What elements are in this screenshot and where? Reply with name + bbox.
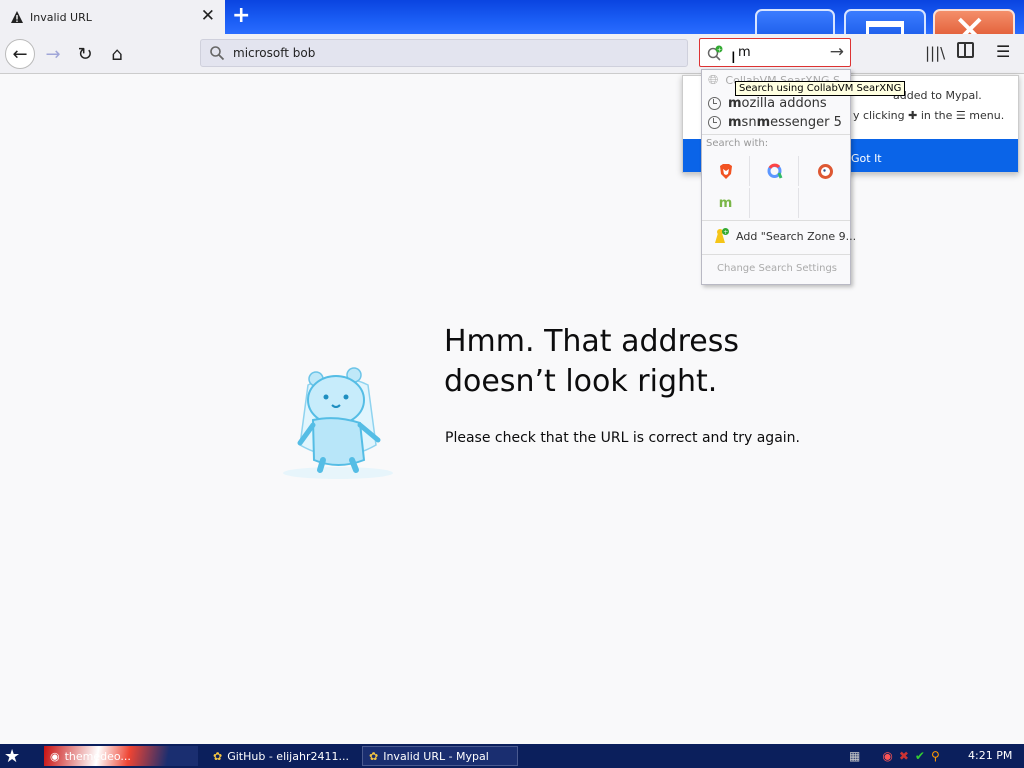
suggestion-match: m xyxy=(728,115,742,130)
taskbar-item[interactable]: ✿ GitHub - elijahr2411... xyxy=(207,746,355,766)
taskbar-item-label: themedeo... xyxy=(64,749,131,763)
tab-title: Invalid URL xyxy=(30,10,92,24)
mojeek-engine-button[interactable]: m xyxy=(702,188,750,218)
search-input[interactable]: m xyxy=(738,45,751,60)
history-clock-icon xyxy=(708,116,721,129)
notification-text-b: in the xyxy=(920,109,953,122)
error-description: Please check that the URL is correct and… xyxy=(445,430,800,446)
brave-engine-button[interactable] xyxy=(702,156,750,186)
taskbar-item-label: GitHub - elijahr2411... xyxy=(227,749,349,763)
title-bar: Invalid URL ✕ + ✕ xyxy=(0,0,1024,53)
error-title: Hmm. That address doesn’t look right. xyxy=(444,324,739,399)
url-input[interactable]: microsoft bob xyxy=(233,46,315,60)
empty-engine-slot xyxy=(801,188,849,218)
add-search-engine-item[interactable]: + Add "Search Zone 9... xyxy=(712,227,856,245)
qwant-icon xyxy=(767,163,783,179)
history-clock-icon xyxy=(708,97,721,110)
menu-small-icon: ☰ xyxy=(955,109,966,122)
duckduckgo-icon xyxy=(817,163,833,179)
home-button[interactable]: ⌂ xyxy=(102,39,132,69)
empty-engine-slot xyxy=(751,188,799,218)
start-star-icon[interactable]: ★ xyxy=(4,746,20,767)
navigation-bar: ← → ↻ ⌂ microsoft bob + m → |||\ ☰ xyxy=(0,34,1024,74)
suggestion-rest: sn xyxy=(741,115,757,130)
tab-invalid-url[interactable]: Invalid URL ✕ xyxy=(0,0,225,34)
suggestion-rest: ozilla addons xyxy=(741,96,827,111)
app-icon: ◉ xyxy=(50,749,60,763)
search-with-label: Search with: xyxy=(706,138,769,149)
search-tray-icon[interactable]: ⚲ xyxy=(931,749,940,763)
notification-line-2: y clicking ✚ in the ☰ menu. xyxy=(853,109,1004,122)
taskbar-item[interactable]: ◉ themedeo... xyxy=(44,746,198,766)
suggestion-match: m xyxy=(756,115,771,130)
add-search-engine-icon: + xyxy=(707,45,723,61)
new-tab-button[interactable]: + xyxy=(232,4,250,28)
browser-icon: ✿ xyxy=(369,749,379,763)
change-search-settings-button[interactable]: Change Search Settings xyxy=(717,263,837,274)
suggestion-match: m xyxy=(728,96,742,111)
divider xyxy=(702,220,850,221)
forward-button[interactable]: → xyxy=(38,39,68,69)
taskbar-item-active[interactable]: ✿ Invalid URL - Mypal xyxy=(362,746,518,766)
security-icon[interactable]: ✔ xyxy=(915,749,925,763)
notification-line-1: added to Mypal. xyxy=(893,89,982,102)
url-bar[interactable]: microsoft bob xyxy=(200,39,688,67)
qwant-engine-button[interactable] xyxy=(751,156,799,186)
sidebar-icon[interactable] xyxy=(957,42,974,58)
keyboard-icon[interactable]: ▦ xyxy=(849,749,860,763)
browser-icon: ✿ xyxy=(213,749,223,763)
add-search-label: Add "Search Zone 9... xyxy=(736,229,857,243)
tray-app-icon[interactable]: ◉ xyxy=(882,749,892,763)
puzzle-icon: ✚ xyxy=(908,109,918,122)
taskbar: ★ ◉ themedeo... ✿ GitHub - elijahr2411..… xyxy=(0,744,1024,768)
svg-text:+: + xyxy=(717,46,722,53)
got-it-button[interactable]: Got It xyxy=(851,152,882,165)
suggestion-rest: essenger 5 xyxy=(770,115,842,130)
search-bar[interactable]: + m → xyxy=(699,38,851,67)
duckduckgo-engine-button[interactable] xyxy=(801,156,849,186)
network-icon[interactable]: ✖ xyxy=(899,749,909,763)
tab-close-icon[interactable]: ✕ xyxy=(201,8,215,25)
library-icon[interactable]: |||\ xyxy=(925,44,945,62)
divider xyxy=(702,134,850,135)
back-button[interactable]: ← xyxy=(5,39,35,69)
hamburger-menu-icon[interactable]: ☰ xyxy=(996,42,1010,61)
globe-icon: 🌐︎ xyxy=(708,73,719,88)
notification-text-a: y clicking xyxy=(853,109,905,122)
confused-bear-illustration xyxy=(283,367,393,479)
warning-icon xyxy=(11,11,23,23)
suggestion-item[interactable]: m ozilla addons xyxy=(708,96,827,111)
reload-button[interactable]: ↻ xyxy=(70,39,100,69)
text-cursor-icon: I xyxy=(731,48,736,67)
search-tooltip: Search using CollabVM SearXNG xyxy=(735,81,906,96)
search-go-icon[interactable]: → xyxy=(830,42,844,62)
brave-icon xyxy=(719,163,732,179)
search-icon xyxy=(210,46,225,61)
svg-text:+: + xyxy=(723,229,728,236)
clock: 4:21 PM xyxy=(968,749,1013,762)
suggestion-item[interactable]: m sn m essenger 5 xyxy=(708,115,842,130)
taskbar-item-label: Invalid URL - Mypal xyxy=(383,749,489,763)
add-engine-icon: + xyxy=(715,228,729,243)
search-suggestions-dropdown: 🌐︎ CollabVM SearXNG S... mozilla addons … xyxy=(701,69,856,285)
mojeek-icon: m xyxy=(718,195,733,211)
notification-text-c: menu. xyxy=(969,109,1005,122)
divider xyxy=(702,254,850,255)
